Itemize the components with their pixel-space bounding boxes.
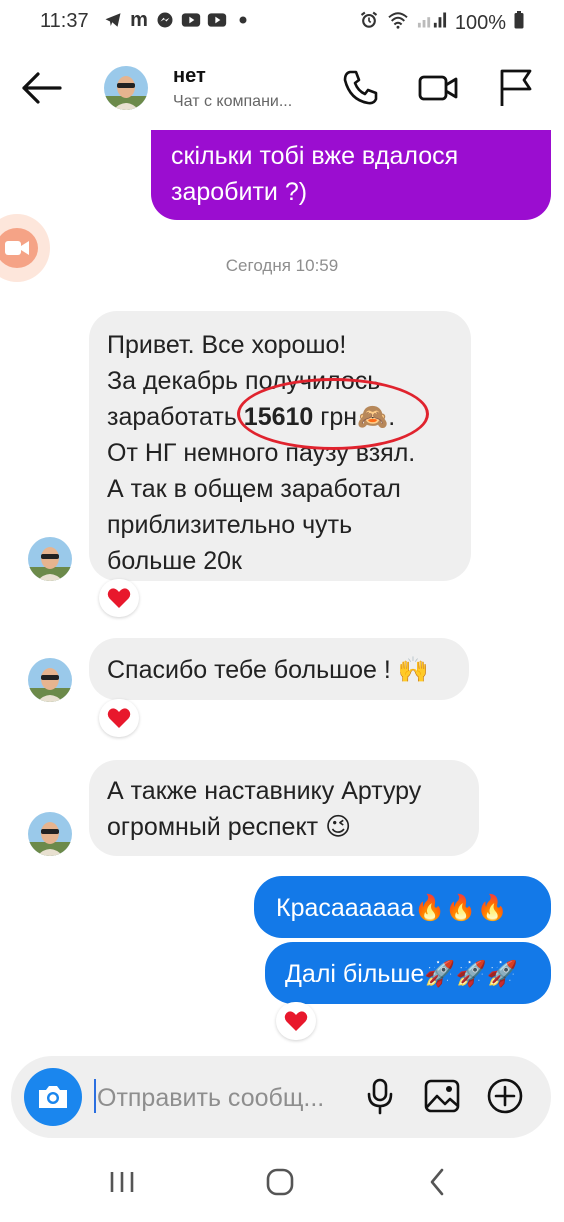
video-camera-icon [5, 241, 29, 255]
system-nav-bar [0, 1140, 564, 1222]
call-button[interactable] [340, 68, 380, 108]
incoming-message-bubble[interactable]: А также наставнику Артуру огромный респе… [89, 760, 479, 856]
message-text: Спасибо тебе большое ! 🙌 [107, 656, 429, 684]
voice-message-button[interactable] [360, 1076, 400, 1116]
heart-reaction[interactable] [99, 579, 139, 617]
telegram-icon [103, 10, 123, 30]
phone-icon [343, 70, 378, 105]
recent-apps-icon [110, 1172, 134, 1192]
outgoing-message-bubble[interactable]: Далі більше🚀🚀🚀 [265, 942, 551, 1004]
video-camera-icon [418, 75, 458, 101]
report-button[interactable] [496, 68, 536, 108]
recent-apps-button[interactable] [102, 1162, 142, 1202]
message-text: Красаааааа🔥🔥🔥 [276, 894, 508, 922]
header-overlay: нет Чат с компани... [0, 42, 564, 130]
incoming-message-bubble[interactable]: Спасибо тебе большое ! 🙌 [89, 638, 469, 700]
more-button[interactable] [485, 1076, 525, 1116]
contact-subtitle: Чат с компани... [173, 93, 293, 110]
heart-icon [107, 708, 131, 728]
alarm-icon [359, 10, 379, 36]
camera-button[interactable] [24, 1068, 82, 1126]
youtube-icon [181, 10, 201, 30]
sender-avatar[interactable] [28, 658, 72, 702]
heart-reaction[interactable] [99, 699, 139, 737]
heart-icon [107, 588, 131, 608]
message-line: больше 20к [107, 547, 242, 575]
message-line: приблизительно чуть [107, 511, 353, 539]
signal-icon [417, 11, 447, 35]
video-call-button[interactable] [418, 68, 458, 108]
gmail-m-icon: m [130, 8, 148, 31]
home-icon [266, 1168, 294, 1196]
camera-icon [39, 1086, 67, 1108]
message-composer [11, 1056, 551, 1138]
highlight-circle [237, 378, 429, 450]
message-line: А так в общем заработал [107, 475, 401, 503]
back-nav-button[interactable] [418, 1162, 458, 1202]
status-bar: 11:37 m 100% [0, 0, 564, 42]
heart-reaction[interactable] [276, 1002, 316, 1040]
sender-avatar[interactable] [28, 812, 72, 856]
contact-avatar[interactable] [104, 66, 148, 110]
status-app-icons: m [103, 8, 253, 31]
battery-label: 100% [454, 11, 506, 34]
back-button[interactable] [20, 70, 64, 106]
status-time: 11:37 [40, 10, 89, 32]
image-icon [424, 1079, 460, 1113]
microphone-icon [367, 1078, 393, 1115]
flag-icon [500, 69, 532, 106]
messenger-icon [155, 10, 175, 30]
message-text: Далі більше🚀🚀🚀 [285, 960, 518, 988]
back-arrow-icon [22, 72, 62, 104]
battery-icon [514, 11, 524, 35]
outgoing-message-bubble[interactable]: Красаааааа🔥🔥🔥 [254, 876, 551, 938]
message-input[interactable] [97, 1080, 337, 1116]
text-caret [94, 1079, 96, 1113]
heart-icon [284, 1011, 308, 1031]
home-button[interactable] [260, 1162, 300, 1202]
message-line: Привет. Все хорошо! [107, 331, 347, 359]
notification-dot-icon [233, 10, 253, 30]
plus-circle-icon [487, 1078, 523, 1114]
message-text: А также наставнику Артуру огромный респе… [107, 777, 422, 841]
status-right: 100% [359, 10, 524, 36]
gallery-button[interactable] [422, 1076, 462, 1116]
youtube-icon [207, 10, 227, 30]
wifi-icon [387, 11, 409, 35]
chevron-left-icon [430, 1168, 444, 1196]
incoming-message-bubble[interactable]: Привет. Все хорошо! За декабрь получилос… [89, 311, 471, 581]
message-fragment: заработать [107, 403, 244, 431]
sender-avatar[interactable] [28, 537, 72, 581]
contact-name[interactable]: нет [173, 65, 206, 88]
message-timestamp: Сегодня 10:59 [225, 256, 339, 275]
message-text: Привет. Все хорошо! За декабрь получилос… [107, 327, 467, 579]
message-text: скільки тобі вже вдалося заробити ?) [171, 142, 459, 206]
